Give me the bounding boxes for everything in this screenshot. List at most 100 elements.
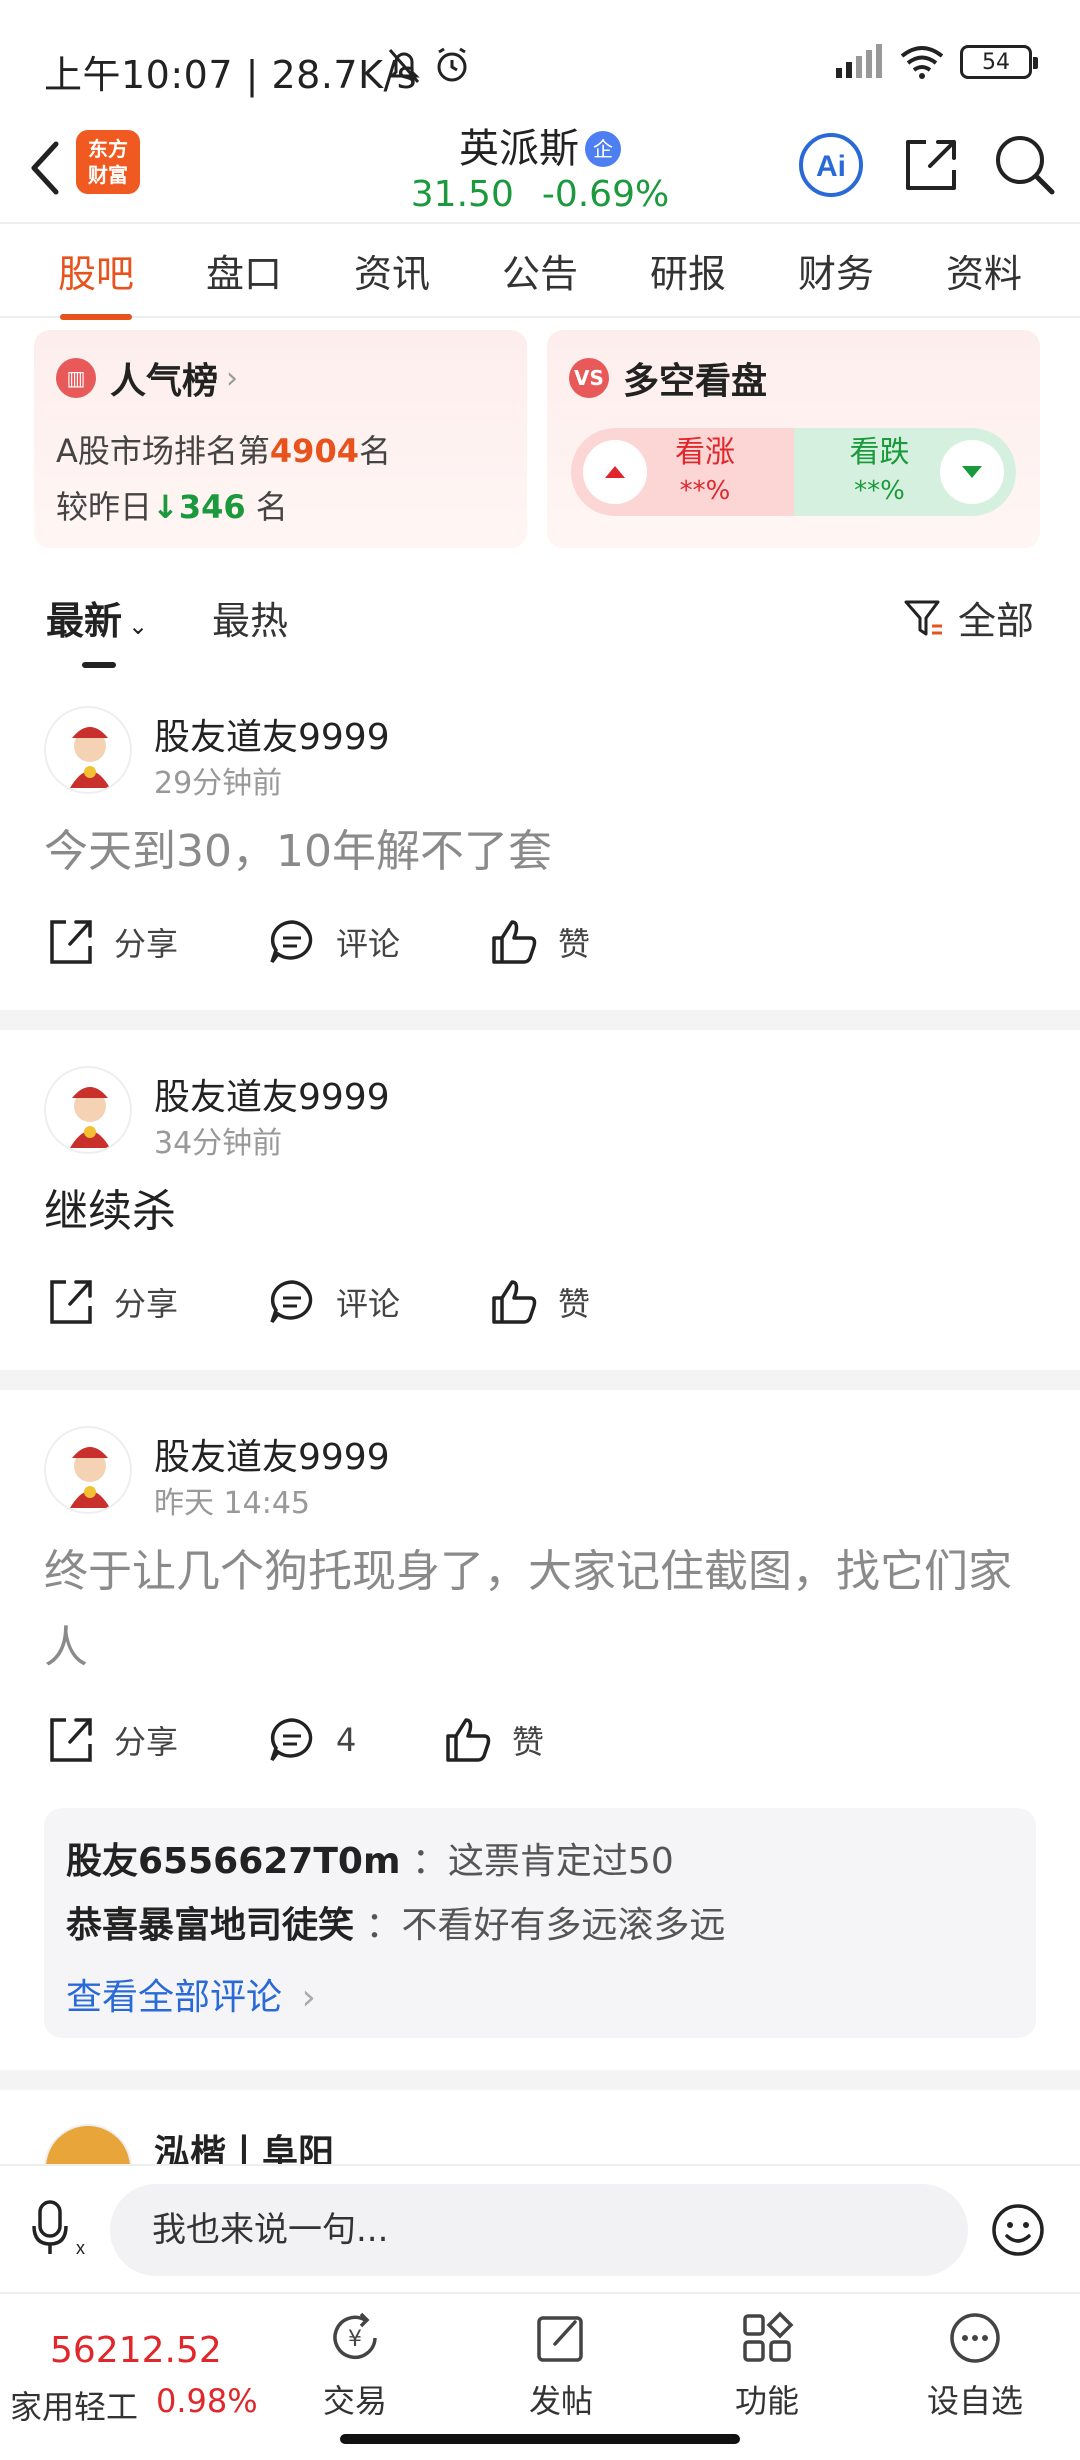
stock-header: 东方 财富 英派斯企 31.50 -0.69% Ai [0, 112, 1080, 222]
comment-button[interactable]: 评论 [266, 916, 400, 968]
emoji-icon[interactable] [990, 2202, 1046, 2258]
more-circle-icon [950, 2313, 1000, 2363]
arrow-up-icon [583, 440, 647, 504]
post-time: 29分钟前 [154, 766, 283, 801]
sentiment-vote: 看涨 **% 看跌 **% [571, 428, 1016, 516]
vote-down-button[interactable]: 看跌 **% [793, 428, 1016, 516]
tab-announcements[interactable]: 公告 [492, 243, 588, 298]
share-button[interactable]: 分享 [44, 1714, 178, 1766]
tab-finance[interactable]: 财务 [788, 243, 884, 298]
filter-icon [904, 600, 942, 635]
filter-all[interactable]: 全部 [902, 590, 1034, 645]
comment-text: ：这票肯定过50 [411, 1841, 674, 1882]
compose-icon [537, 2316, 583, 2362]
like-button[interactable]: 赞 [488, 916, 590, 968]
comment-button[interactable]: 评论 [266, 1276, 400, 1328]
nav-features[interactable]: 功能 [692, 2308, 842, 2422]
tab-guba[interactable]: 股吧 [48, 243, 144, 320]
index-value: 56212.52 [50, 2330, 222, 2371]
post-actions: 分享 评论 赞 [44, 916, 744, 986]
post-actions: 分享 4 赞 [44, 1714, 744, 1784]
index-name: 家用轻工 [10, 2388, 139, 2426]
thumbs-up-icon [492, 1280, 537, 1324]
comment-text: ：不看好有多远滚多远 [365, 1905, 726, 1946]
apps-grid-icon [743, 2311, 794, 2362]
sentiment-card: VS 多空看盘 看涨 **% 看跌 **% [547, 330, 1040, 548]
nav-post[interactable]: 发帖 [486, 2308, 636, 2422]
post-username[interactable]: 股友道友9999 [154, 1428, 390, 1480]
post-card[interactable]: 泓楷丨阜阳 [0, 2110, 1080, 2164]
voice-input-icon[interactable]: x [30, 2196, 90, 2260]
arrow-down-icon [940, 440, 1004, 504]
post-body[interactable]: 今天到30，10年解不了套 [44, 814, 1036, 890]
view-all-comments-link[interactable]: 查看全部评论 › [66, 1968, 316, 2020]
share-icon[interactable] [896, 130, 966, 200]
vs-icon: VS [569, 358, 609, 398]
post-card[interactable]: 股友道友9999 34分钟前 继续杀 分享 评论 赞 [0, 1062, 1080, 1362]
share-button[interactable]: 分享 [44, 916, 178, 968]
section-tabs: 股吧 盘口 资讯 公告 研报 财务 资料 [0, 222, 1080, 320]
comment-username[interactable]: 股友6556627T0m [66, 1841, 400, 1882]
mute-and-alarm-icon [388, 47, 467, 83]
share-icon [50, 1718, 92, 1762]
nav-add-watchlist[interactable]: 设自选 [900, 2308, 1050, 2422]
avatar[interactable] [44, 2124, 132, 2164]
popularity-rank: A股市场排名第4904名 [56, 432, 391, 470]
feed-filters: 最新 ⌄ 最热 全部 [46, 580, 1034, 668]
comment-button[interactable]: 4 [266, 1714, 356, 1766]
divider [0, 2070, 1080, 2090]
post-username[interactable]: 泓楷丨阜阳 [154, 2124, 334, 2164]
post-body[interactable]: 继续杀 [44, 1174, 1036, 1250]
comment-item[interactable]: 恭喜暴富地司徒笑 ：不看好有多远滚多远 [66, 1896, 725, 1948]
comment-username[interactable]: 恭喜暴富地司徒笑 [66, 1905, 354, 1946]
tab-news[interactable]: 资讯 [344, 243, 440, 298]
post-actions: 分享 评论 赞 [44, 1276, 744, 1346]
trade-icon: ¥ [333, 2312, 377, 2360]
search-icon[interactable] [990, 130, 1060, 200]
battery-icon: 54 [960, 45, 1038, 79]
stock-name: 英派斯 [459, 126, 579, 172]
status-bar: 上午10:07 | 28.7K/s 54 [0, 0, 1080, 120]
post-username[interactable]: 股友道友9999 [154, 708, 390, 760]
post-time: 昨天 14:45 [154, 1486, 310, 1521]
post-username[interactable]: 股友道友9999 [154, 1068, 390, 1120]
like-button[interactable]: 赞 [442, 1714, 544, 1766]
filter-hottest[interactable]: 最热 [212, 590, 288, 645]
avatar[interactable] [44, 1066, 132, 1154]
share-button[interactable]: 分享 [44, 1276, 178, 1328]
comment-item[interactable]: 股友6556627T0m ：这票肯定过50 [66, 1832, 674, 1884]
avatar[interactable] [44, 706, 132, 794]
ai-assistant-icon[interactable]: Ai [796, 130, 866, 200]
svg-text:x: x [76, 2238, 85, 2258]
popularity-change: 较昨日↓346 名 [56, 488, 288, 526]
chevron-right-icon: › [301, 1977, 316, 2018]
filter-newest[interactable]: 最新 ⌄ [46, 590, 149, 668]
popularity-title: ▥ 人气榜 › [56, 352, 238, 404]
info-cards: ▥ 人气榜 › A股市场排名第4904名 较昨日↓346 名 VS 多空看盘 看… [34, 330, 1040, 548]
svg-text:Ai: Ai [816, 150, 846, 183]
tab-research[interactable]: 研报 [640, 243, 736, 298]
comment-input-bar: x 我也来说一句... [0, 2164, 1080, 2292]
comment-input[interactable]: 我也来说一句... [110, 2184, 968, 2276]
nav-trade[interactable]: ¥ 交易 [280, 2308, 430, 2422]
wifi-icon [900, 46, 944, 79]
post-card[interactable]: 股友道友9999 29分钟前 今天到30，10年解不了套 分享 评论 赞 [0, 700, 1080, 1000]
index-change: 0.98% [156, 2382, 258, 2420]
chevron-right-icon: › [226, 360, 239, 396]
post-card[interactable]: 股友道友9999 昨天 14:45 终于让几个狗托现身了，大家记住截图，找它们家… [0, 1422, 1080, 2042]
comment-preview: 股友6556627T0m ：这票肯定过50 恭喜暴富地司徒笑 ：不看好有多远滚多… [44, 1808, 1036, 2038]
like-button[interactable]: 赞 [488, 1276, 590, 1328]
popularity-card[interactable]: ▥ 人气榜 › A股市场排名第4904名 较昨日↓346 名 [34, 330, 527, 548]
share-icon [50, 920, 92, 964]
tab-profile[interactable]: 资料 [936, 243, 1032, 298]
vote-up-button[interactable]: 看涨 **% [571, 428, 794, 516]
enterprise-badge: 企 [585, 131, 621, 167]
share-icon [50, 1280, 92, 1324]
tab-pankou[interactable]: 盘口 [196, 243, 292, 298]
avatar[interactable] [44, 1426, 132, 1514]
divider [0, 1010, 1080, 1030]
signal-icon [836, 44, 882, 78]
chevron-down-icon: ⌄ [128, 612, 149, 640]
popularity-chart-icon: ▥ [56, 358, 96, 398]
post-body[interactable]: 终于让几个狗托现身了，大家记住截图，找它们家人 [44, 1534, 1036, 1686]
